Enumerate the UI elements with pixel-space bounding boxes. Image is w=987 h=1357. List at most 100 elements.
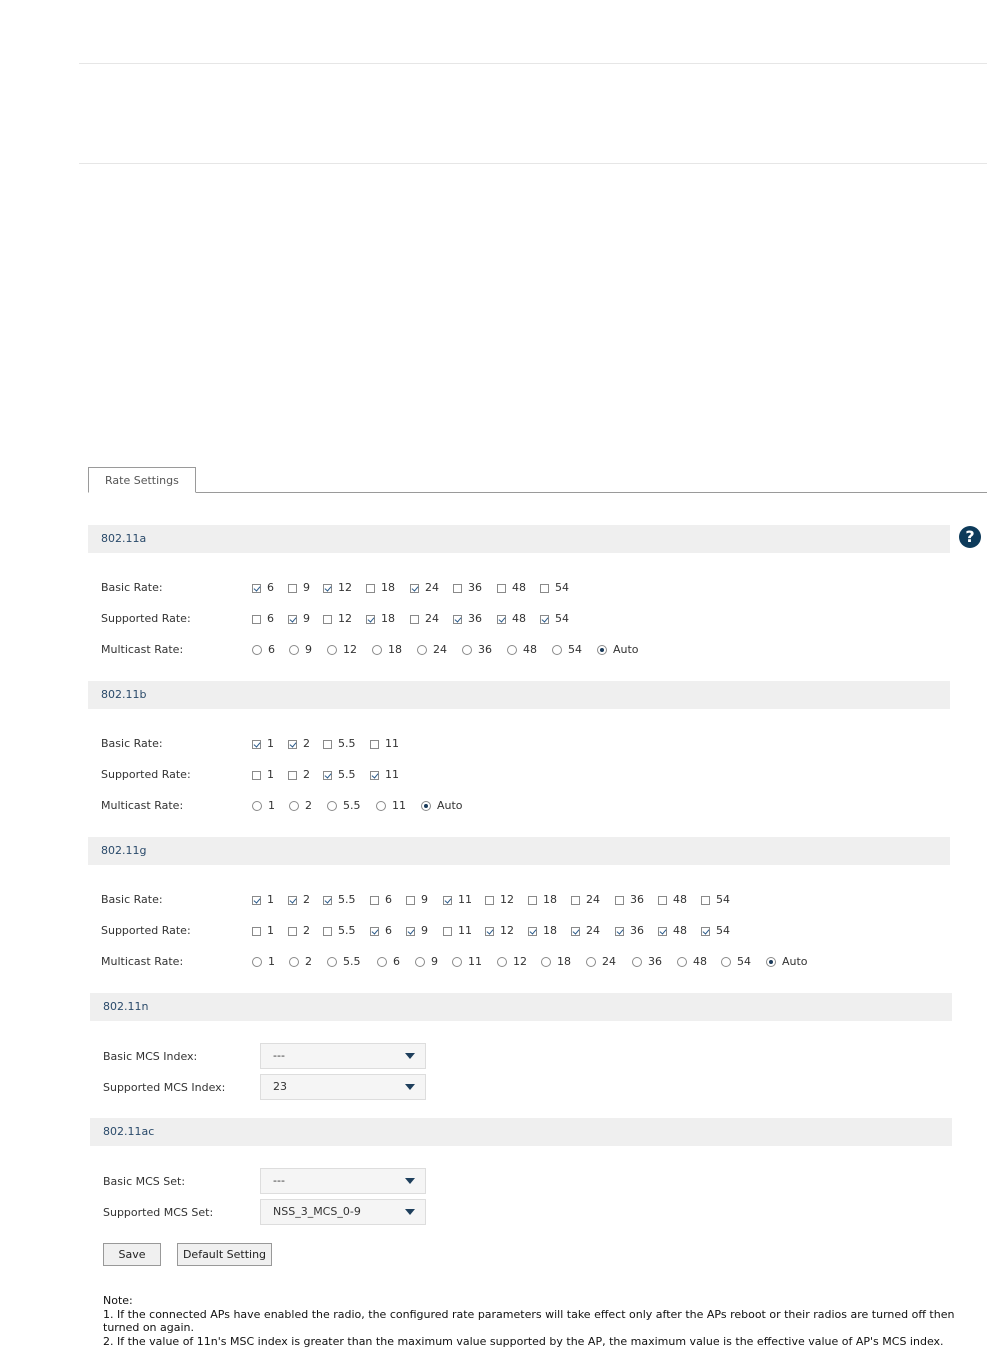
rate-checkbox-option[interactable]: 11 bbox=[370, 768, 399, 782]
rate-checkbox-option[interactable]: 9 bbox=[406, 893, 428, 907]
radio-unselected[interactable] bbox=[415, 957, 425, 967]
save-button[interactable]: Save bbox=[103, 1243, 161, 1266]
radio-unselected[interactable] bbox=[252, 801, 262, 811]
supported-mcs-index-select[interactable]: 23 bbox=[260, 1074, 426, 1100]
rate-checkbox-option[interactable]: 12 bbox=[323, 612, 352, 626]
rate-checkbox-option[interactable]: 24 bbox=[571, 924, 600, 938]
checkbox-checked[interactable] bbox=[658, 926, 667, 936]
rate-checkbox-option[interactable]: 12 bbox=[485, 893, 514, 907]
rate-checkbox-option[interactable]: 6 bbox=[252, 581, 274, 595]
rate-radio-option[interactable]: 9 bbox=[415, 955, 438, 969]
radio-unselected[interactable] bbox=[677, 957, 687, 967]
rate-checkbox-option[interactable]: 18 bbox=[366, 581, 395, 595]
rate-checkbox-option[interactable]: 36 bbox=[615, 924, 644, 938]
checkbox-unchecked[interactable] bbox=[571, 895, 580, 905]
checkbox-checked[interactable] bbox=[615, 926, 624, 936]
checkbox-checked[interactable] bbox=[497, 614, 506, 624]
rate-radio-option[interactable]: 9 bbox=[289, 643, 312, 657]
rate-radio-option[interactable]: 12 bbox=[497, 955, 527, 969]
rate-radio-option[interactable]: 6 bbox=[252, 643, 275, 657]
checkbox-unchecked[interactable] bbox=[366, 583, 375, 593]
rate-radio-option[interactable]: 48 bbox=[507, 643, 537, 657]
rate-checkbox-option[interactable]: 36 bbox=[615, 893, 644, 907]
checkbox-checked[interactable] bbox=[410, 583, 419, 593]
checkbox-checked[interactable] bbox=[323, 583, 332, 593]
rate-radio-option[interactable]: 36 bbox=[462, 643, 492, 657]
radio-selected[interactable] bbox=[421, 801, 431, 811]
rate-checkbox-option[interactable]: 36 bbox=[453, 612, 482, 626]
basic-mcs-set-select[interactable]: --- bbox=[260, 1168, 426, 1194]
rate-checkbox-option[interactable]: 54 bbox=[540, 612, 569, 626]
rate-radio-option[interactable]: 5.5 bbox=[327, 955, 361, 969]
checkbox-checked[interactable] bbox=[485, 926, 494, 936]
basic-mcs-index-select[interactable]: --- bbox=[260, 1043, 426, 1069]
checkbox-unchecked[interactable] bbox=[701, 895, 710, 905]
rate-checkbox-option[interactable]: 18 bbox=[366, 612, 395, 626]
rate-checkbox-option[interactable]: 48 bbox=[497, 612, 526, 626]
rate-radio-option[interactable]: 5.5 bbox=[327, 799, 361, 813]
checkbox-unchecked[interactable] bbox=[410, 614, 419, 624]
checkbox-unchecked[interactable] bbox=[323, 926, 332, 936]
radio-unselected[interactable] bbox=[289, 957, 299, 967]
checkbox-checked[interactable] bbox=[406, 926, 415, 936]
radio-unselected[interactable] bbox=[252, 645, 262, 655]
rate-radio-option[interactable]: 2 bbox=[289, 955, 312, 969]
checkbox-unchecked[interactable] bbox=[288, 770, 297, 780]
rate-radio-option[interactable]: 1 bbox=[252, 799, 275, 813]
rate-checkbox-option[interactable]: 24 bbox=[410, 581, 439, 595]
radio-unselected[interactable] bbox=[417, 645, 427, 655]
radio-selected[interactable] bbox=[766, 957, 776, 967]
checkbox-unchecked[interactable] bbox=[252, 614, 261, 624]
rate-checkbox-option[interactable]: 54 bbox=[540, 581, 569, 595]
checkbox-checked[interactable] bbox=[370, 770, 379, 780]
radio-unselected[interactable] bbox=[372, 645, 382, 655]
checkbox-unchecked[interactable] bbox=[406, 895, 415, 905]
rate-checkbox-option[interactable]: 24 bbox=[410, 612, 439, 626]
rate-radio-option[interactable]: 18 bbox=[372, 643, 402, 657]
help-icon[interactable]: ? bbox=[959, 526, 981, 548]
rate-checkbox-option[interactable]: 1 bbox=[252, 924, 274, 938]
rate-radio-option[interactable]: Auto bbox=[597, 643, 639, 657]
radio-unselected[interactable] bbox=[632, 957, 642, 967]
checkbox-checked[interactable] bbox=[453, 614, 462, 624]
checkbox-checked[interactable] bbox=[288, 895, 297, 905]
rate-checkbox-option[interactable]: 6 bbox=[370, 924, 392, 938]
rate-checkbox-option[interactable]: 9 bbox=[406, 924, 428, 938]
checkbox-checked[interactable] bbox=[528, 926, 537, 936]
radio-unselected[interactable] bbox=[497, 957, 507, 967]
radio-unselected[interactable] bbox=[721, 957, 731, 967]
rate-checkbox-option[interactable]: 24 bbox=[571, 893, 600, 907]
checkbox-checked[interactable] bbox=[288, 614, 297, 624]
radio-unselected[interactable] bbox=[327, 645, 337, 655]
rate-checkbox-option[interactable]: 9 bbox=[288, 581, 310, 595]
checkbox-checked[interactable] bbox=[252, 739, 261, 749]
rate-checkbox-option[interactable]: 1 bbox=[252, 737, 274, 751]
rate-radio-option[interactable]: 48 bbox=[677, 955, 707, 969]
checkbox-checked[interactable] bbox=[323, 895, 332, 905]
rate-checkbox-option[interactable]: 11 bbox=[443, 924, 472, 938]
rate-checkbox-option[interactable]: 6 bbox=[370, 893, 392, 907]
rate-radio-option[interactable]: 11 bbox=[452, 955, 482, 969]
rate-radio-option[interactable]: 11 bbox=[376, 799, 406, 813]
checkbox-checked[interactable] bbox=[366, 614, 375, 624]
supported-mcs-set-select[interactable]: NSS_3_MCS_0-9 bbox=[260, 1199, 426, 1225]
checkbox-checked[interactable] bbox=[443, 895, 452, 905]
checkbox-unchecked[interactable] bbox=[497, 583, 506, 593]
rate-radio-option[interactable]: 24 bbox=[417, 643, 447, 657]
rate-radio-option[interactable]: 2 bbox=[289, 799, 312, 813]
rate-checkbox-option[interactable]: 48 bbox=[497, 581, 526, 595]
rate-radio-option[interactable]: Auto bbox=[766, 955, 808, 969]
tab-rate-settings[interactable]: Rate Settings bbox=[88, 467, 196, 493]
checkbox-unchecked[interactable] bbox=[528, 895, 537, 905]
checkbox-unchecked[interactable] bbox=[443, 926, 452, 936]
rate-checkbox-option[interactable]: 6 bbox=[252, 612, 274, 626]
rate-radio-option[interactable]: 12 bbox=[327, 643, 357, 657]
default-setting-button[interactable]: Default Setting bbox=[177, 1243, 272, 1266]
checkbox-unchecked[interactable] bbox=[370, 739, 379, 749]
checkbox-unchecked[interactable] bbox=[370, 895, 379, 905]
rate-checkbox-option[interactable]: 11 bbox=[443, 893, 472, 907]
checkbox-checked[interactable] bbox=[701, 926, 710, 936]
rate-checkbox-option[interactable]: 5.5 bbox=[323, 768, 356, 782]
rate-checkbox-option[interactable]: 5.5 bbox=[323, 737, 356, 751]
rate-checkbox-option[interactable]: 1 bbox=[252, 893, 274, 907]
